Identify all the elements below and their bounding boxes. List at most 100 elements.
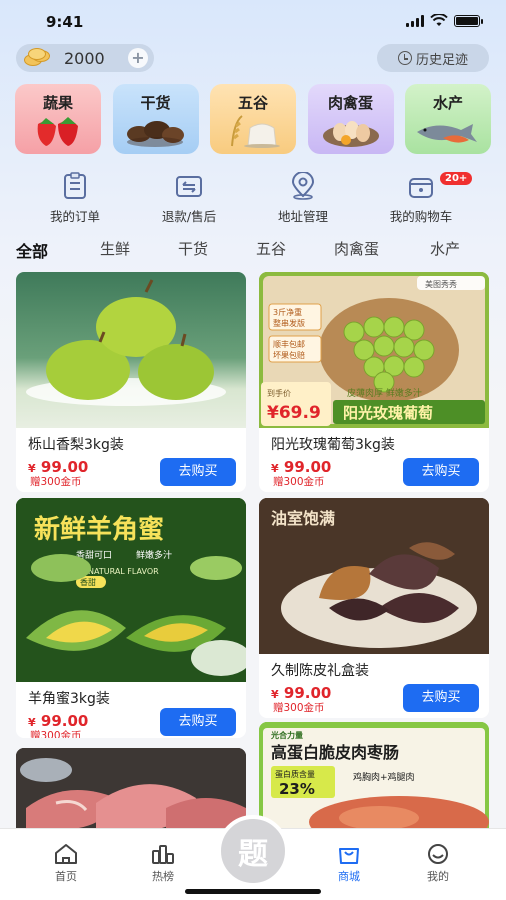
svg-text:油室饱满: 油室饱满 xyxy=(271,509,335,528)
buy-button[interactable]: 去购买 xyxy=(160,458,236,486)
svg-text:顺丰包邮: 顺丰包邮 xyxy=(273,339,305,349)
wifi-icon xyxy=(430,14,448,26)
shortcut-label: 地址管理 xyxy=(277,209,328,224)
svg-text:阳光玫瑰葡萄: 阳光玫瑰葡萄 xyxy=(343,404,433,422)
signal-icon xyxy=(406,14,424,27)
shop-bag-icon xyxy=(339,848,359,864)
coin-reward: 赠300金币 xyxy=(30,476,82,488)
tab-fresh[interactable]: 生鲜 xyxy=(100,238,178,262)
history-button[interactable]: 历史足迹 xyxy=(377,44,489,72)
coin-count: 2000 xyxy=(64,48,105,68)
product-image-melon: 新鲜羊角蜜 香甜可口 鲜嫩多汁 NATURAL FLAVOR 香甜 xyxy=(16,498,246,682)
shortcut-row: 我的订单 退款/售后 地址管理 20+ 我的购物车 xyxy=(0,172,506,224)
product-card[interactable] xyxy=(16,748,246,838)
svg-text:¥69.9: ¥69.9 xyxy=(267,403,321,423)
svg-text:NATURAL FLAVOR: NATURAL FLAVOR xyxy=(88,567,159,576)
question-bank-button[interactable]: 题 xyxy=(217,815,289,887)
product-card[interactable]: 美图秀秀 3斤净重 整串发版 顺丰包邮 坏果包赔 皮薄肉厚 鲜嫩多汁 到手价 ¥… xyxy=(259,272,489,492)
category-label: 干货 xyxy=(140,94,171,112)
product-name: 阳光玫瑰葡萄3kg装 xyxy=(271,437,395,453)
svg-text:整串发版: 整串发版 xyxy=(273,318,305,328)
product-image-sausage: 光合力量 高蛋白脆皮肉枣肠 蛋白质含量 23% 鸡胸肉+鸡腿肉 xyxy=(259,722,489,838)
fish-icon xyxy=(417,124,477,143)
svg-text:3斤净重: 3斤净重 xyxy=(273,307,302,317)
svg-text:鸡胸肉+鸡腿肉: 鸡胸肉+鸡腿肉 xyxy=(353,771,415,783)
product-card[interactable]: 新鲜羊角蜜 香甜可口 鲜嫩多汁 NATURAL FLAVOR 香甜 羊角蜜3kg… xyxy=(16,498,246,738)
tabbar-hot-list[interactable]: 热榜 xyxy=(128,843,198,884)
product-image-tangerine-peel: 油室饱满 xyxy=(259,498,489,654)
shortcut-label: 退款/售后 xyxy=(161,209,217,224)
status-time: 9:41 xyxy=(46,13,84,31)
tab-seafood[interactable]: 水产 xyxy=(430,238,480,262)
product-image-grape: 美图秀秀 3斤净重 整串发版 顺丰包邮 坏果包赔 皮薄肉厚 鲜嫩多汁 到手价 ¥… xyxy=(259,272,489,428)
svg-text:高蛋白脆皮肉枣肠: 高蛋白脆皮肉枣肠 xyxy=(271,743,399,762)
tab-dried[interactable]: 干货 xyxy=(178,238,256,262)
my-orders-shortcut[interactable]: 我的订单 xyxy=(20,172,130,225)
svg-text:坏果包赔: 坏果包赔 xyxy=(273,350,305,360)
product-name: 栎山香梨3kg装 xyxy=(28,437,124,453)
tabbar-label: 我的 xyxy=(427,870,449,883)
shortcut-label: 我的订单 xyxy=(49,209,100,224)
refund-icon xyxy=(176,176,202,197)
buy-button[interactable]: 去购买 xyxy=(403,684,479,712)
svg-text:蛋白质含量: 蛋白质含量 xyxy=(275,769,315,779)
category-dried-goods[interactable]: 干货 xyxy=(112,84,199,154)
refund-shortcut[interactable]: 退款/售后 xyxy=(134,172,244,225)
product-image-pear xyxy=(16,272,246,428)
category-label: 五谷 xyxy=(237,94,268,112)
mushroom-icon xyxy=(126,121,184,147)
coin-balance[interactable]: 2000 + xyxy=(16,44,154,72)
category-grains[interactable]: 五谷 xyxy=(210,84,296,154)
product-card[interactable]: 栎山香梨3kg装 ¥ 99.00 赠300金币 去购买 xyxy=(16,272,246,492)
tab-grains[interactable]: 五谷 xyxy=(256,238,334,262)
tab-meat-eggs[interactable]: 肉禽蛋 xyxy=(334,238,430,262)
tabbar-label: 商城 xyxy=(338,870,360,883)
category-label: 水产 xyxy=(432,94,463,112)
bottom-tab-bar: 首页 热榜 题 商城 我的 xyxy=(0,815,506,900)
svg-text:鲜嫩多汁: 鲜嫩多汁 xyxy=(136,549,172,561)
clock-icon xyxy=(397,51,412,65)
coin-reward: 赠300金币 xyxy=(273,476,325,488)
hot-list-icon xyxy=(152,845,174,864)
coin-reward: 赠300金币 xyxy=(273,702,325,714)
tabbar-label: 热榜 xyxy=(152,870,174,883)
cart-count-badge: 20+ xyxy=(440,172,473,185)
category-vegetables-fruit[interactable]: 蔬果 xyxy=(15,84,101,154)
status-bar: 9:41 xyxy=(0,0,506,40)
coin-reward: 赠300金币 xyxy=(30,730,82,738)
shortcut-label: 我的购物车 xyxy=(389,209,453,224)
question-bank-icon: 题 xyxy=(238,837,268,872)
cart-shortcut[interactable]: 20+ 我的购物车 xyxy=(366,172,476,225)
tab-all[interactable]: 全部 xyxy=(16,238,100,262)
category-tiles: 蔬果 干货 五谷 肉禽蛋 水产 xyxy=(15,84,491,154)
category-meat-poultry-eggs[interactable]: 肉禽蛋 xyxy=(307,84,394,154)
add-coins-icon[interactable]: + xyxy=(128,48,148,68)
buy-button[interactable]: 去购买 xyxy=(403,458,479,486)
tabbar-shop[interactable]: 商城 xyxy=(314,843,384,884)
category-tabs: 全部 生鲜 干货 五谷 肉禽蛋 水产 xyxy=(16,238,496,262)
svg-text:到手价: 到手价 xyxy=(267,388,291,398)
svg-text:美图秀秀: 美图秀秀 xyxy=(425,279,457,289)
product-card[interactable]: 油室饱满 久制陈皮礼盒装 ¥ 99.00 赠300金币 去购买 xyxy=(259,498,489,718)
svg-text:光合力量: 光合力量 xyxy=(270,730,303,740)
product-card[interactable]: 光合力量 高蛋白脆皮肉枣肠 蛋白质含量 23% 鸡胸肉+鸡腿肉 xyxy=(259,722,489,838)
order-icon xyxy=(64,172,86,199)
product-image-meat xyxy=(16,748,246,838)
egg-icon xyxy=(322,121,379,147)
cart-icon xyxy=(409,178,433,198)
grain-icon xyxy=(231,115,280,148)
status-icons xyxy=(406,14,483,27)
tabbar-home[interactable]: 首页 xyxy=(31,843,101,884)
tabbar-profile[interactable]: 我的 xyxy=(403,843,473,884)
svg-text:新鲜羊角蜜: 新鲜羊角蜜 xyxy=(34,514,164,545)
svg-text:香甜: 香甜 xyxy=(80,577,96,587)
product-name: 羊角蜜3kg装 xyxy=(28,691,110,707)
category-label: 蔬果 xyxy=(42,94,73,112)
product-name: 久制陈皮礼盒装 xyxy=(271,663,369,679)
category-seafood[interactable]: 水产 xyxy=(405,84,491,154)
address-shortcut[interactable]: 地址管理 xyxy=(248,172,358,225)
home-icon xyxy=(55,844,77,864)
location-icon xyxy=(291,172,315,200)
buy-button[interactable]: 去购买 xyxy=(160,708,236,736)
home-indicator xyxy=(185,889,321,894)
